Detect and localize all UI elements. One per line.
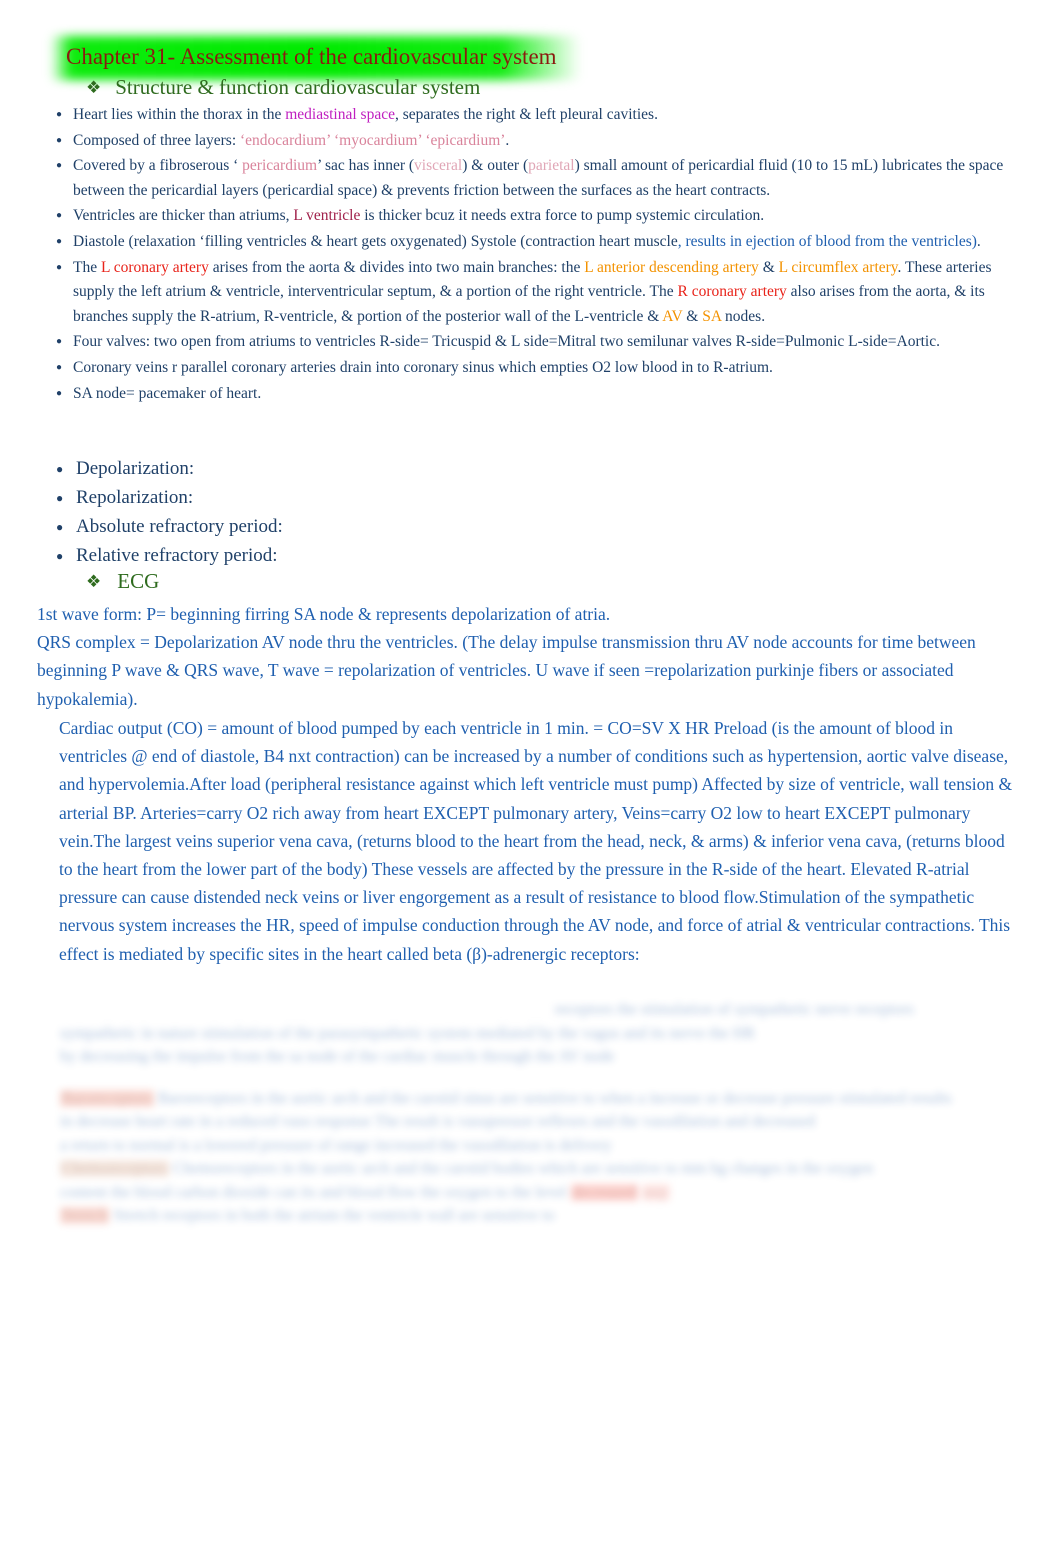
blurred-highlight: Chemoreceptors — [60, 1160, 169, 1177]
list-item: Diastole (relaxation ‘filling ventricles… — [56, 229, 1026, 255]
bullet-text-0-0: Heart lies within the thorax in the — [73, 106, 286, 123]
bullet-text-5-7: R coronary artery — [677, 283, 787, 301]
relative-refractory-label: Relative refractory period: — [76, 545, 278, 566]
bullet-text-5-5: L circumflex artery — [778, 258, 898, 276]
chapter-title-highlight: Chapter 31- Assessment of the cardiovasc… — [56, 40, 575, 75]
bullet-text-2-0: Covered by a fibroserous ‘ — [73, 157, 243, 175]
bullet-text-7-0: Coronary veins r parallel coronary arter… — [73, 358, 773, 376]
blurred-line: Baroreceptors Baroreceptors in the aorti… — [60, 1087, 1025, 1111]
blurred-line-text: Stretch receptors in both the atrium the… — [113, 1207, 555, 1224]
bullet-text-4-2: . — [976, 232, 981, 250]
blurred-line-text: Baroreceptors in the aortic arch and the… — [157, 1089, 952, 1107]
bullet-text-5-9: AV — [662, 307, 683, 325]
blurred-line-text: by decreasing the impulse from the sa no… — [60, 1048, 615, 1065]
bullet-text-4-0: Diastole (relaxation ‘filling ventricles… — [73, 232, 678, 250]
bullet-text-5-1: L coronary artery — [100, 258, 209, 276]
bullet-text-2-3: visceral — [414, 157, 463, 175]
bullet-text-1-1: ‘endocardium’ ‘myocardium’ ‘epicardium’ — [240, 131, 506, 149]
blurred-line: Stretch Stretch receptors in both the at… — [60, 1204, 1025, 1228]
bullet-text-2-5: parietal — [528, 157, 575, 175]
blurred-line-text: a return to normal is a lowered pressure… — [60, 1136, 612, 1154]
blurred-line-text: Chemoreceptors in the aortic arch and th… — [172, 1160, 874, 1177]
bullet-text-2-1: pericardium — [242, 157, 318, 175]
blurred-highlight: oxy — [641, 1183, 670, 1201]
bullet-text-5-0: The — [73, 258, 101, 276]
bullet-text-5-4: & — [758, 258, 779, 276]
list-item: SA node= pacemaker of heart. — [56, 381, 1026, 407]
bullet-text-1-0: Composed of three layers: — [73, 131, 241, 149]
heading-structure-label: Structure & function cardiovascular syst… — [115, 75, 481, 99]
ecg-paragraph-line-2: QRS complex = Depolarization AV node thr… — [37, 632, 976, 709]
bullet-text-2-2: ’ sac has inner ( — [317, 157, 415, 175]
blurred-highlight: Baroreceptors — [60, 1089, 154, 1107]
absolute-refractory-label: Absolute refractory period: — [76, 516, 283, 537]
blurred-line: a return to normal is a lowered pressure… — [60, 1134, 1025, 1158]
heading-structure-function: ❖ Structure & function cardiovascular sys… — [86, 74, 480, 101]
diamond-bullet-icon: ❖ — [86, 572, 102, 591]
blurred-line-text: receptors the stimulation of sympathetic… — [554, 1001, 914, 1018]
bullet-text-5-2: arises from the aorta & divides into two… — [208, 258, 585, 276]
list-item: Ventricles are thicker than atriums, L v… — [56, 203, 1026, 229]
blurred-highlight: decreased — [570, 1183, 638, 1201]
document-page: Chapter 31- Assessment of the cardiovasc… — [0, 0, 1062, 1561]
blurred-line: Chemoreceptors Chemoreceptors in the aor… — [60, 1157, 1025, 1181]
bullet-text-4-1: , results in ejection of blood from the … — [677, 232, 977, 250]
bullet-text-1-2: . — [505, 131, 510, 149]
blurred-line-text: in decrease heart rate in a reduced vaso… — [60, 1113, 815, 1130]
bullet-text-5-11: SA — [702, 307, 722, 325]
blurred-line: sympathetic in nature stimulation of the… — [60, 1022, 1025, 1046]
list-item-depolarization: Depolarization: — [56, 455, 656, 483]
paragraph-ecg-waveforms: 1st wave form: P= beginning firring SA n… — [37, 600, 1027, 713]
list-item: Composed of three layers: ‘endocardium’ … — [56, 128, 1026, 154]
list-item: Covered by a fibroserous ‘ pericardium’ … — [56, 153, 1026, 203]
heading-ecg-label: ECG — [117, 569, 160, 593]
repolarization-label: Repolarization: — [76, 487, 194, 508]
bullet-text-3-1: L ventricle — [293, 207, 361, 225]
blurred-line: by decreasing the impulse from the sa no… — [60, 1045, 1025, 1069]
blurred-text-block: is mediated by specific sites in the hea… — [60, 998, 1025, 1228]
bullet-text-0-1: mediastinal space — [285, 106, 395, 123]
list-item-absolute-refractory: Absolute refractory period: — [56, 513, 656, 541]
blurred-line: is mediated by specific sites in the hea… — [60, 1001, 914, 1018]
blurred-highlight: Stretch — [60, 1207, 110, 1224]
list-item: Heart lies within the thorax in the medi… — [56, 102, 1026, 128]
heading-ecg: ❖ ECG — [86, 568, 159, 595]
blurred-line-text: sympathetic in nature stimulation of the… — [60, 1024, 755, 1042]
list-item: The L coronary artery arises from the ao… — [56, 255, 1026, 330]
blurred-line: content the blood carbon dioxide can its… — [60, 1181, 1025, 1205]
list-item: Four valves: two open from atriums to ve… — [56, 329, 1026, 355]
depolarization-label: Depolarization: — [76, 458, 195, 479]
bullet-list-phases: Depolarization: Repolarization: Absolute… — [56, 455, 656, 571]
blurred-line: in decrease heart rate in a reduced vaso… — [60, 1110, 1025, 1134]
bullet-text-0-2: , separates the right & left pleural cav… — [394, 106, 658, 123]
list-item: Coronary veins r parallel coronary arter… — [56, 355, 1026, 381]
blurred-line — [60, 1069, 1025, 1087]
diamond-bullet-icon: ❖ — [86, 78, 102, 97]
chapter-title-text: Chapter 31- Assessment of the cardiovasc… — [66, 44, 557, 69]
bullet-text-8-0: SA node= pacemaker of heart. — [73, 384, 262, 402]
bullet-text-5-12: nodes. — [721, 307, 766, 325]
list-item-repolarization: Repolarization: — [56, 484, 656, 512]
paragraph-cardiac-output: Cardiac output (CO) = amount of blood pu… — [59, 718, 1013, 964]
bullet-list-anatomy: Heart lies within the thorax in the medi… — [56, 102, 1026, 407]
bullet-text-6-0: Four valves: two open from atriums to ve… — [73, 333, 940, 351]
list-item-relative-refractory: Relative refractory period: — [56, 542, 656, 570]
blurred-line-text: content the blood carbon dioxide can its… — [60, 1183, 567, 1201]
bullet-text-3-0: Ventricles are thicker than atriums, — [73, 207, 294, 225]
bullet-text-2-4: ) & outer ( — [462, 157, 529, 175]
bullet-text-5-10: & — [682, 307, 703, 325]
ecg-paragraph-line-1: 1st wave form: P= beginning firring SA n… — [37, 604, 611, 624]
bullet-text-3-2: is thicker bcuz it needs extra force to … — [360, 207, 765, 225]
page-title: Chapter 31- Assessment of the cardiovasc… — [56, 40, 575, 75]
bullet-text-5-3: L anterior descending artery — [584, 258, 759, 276]
